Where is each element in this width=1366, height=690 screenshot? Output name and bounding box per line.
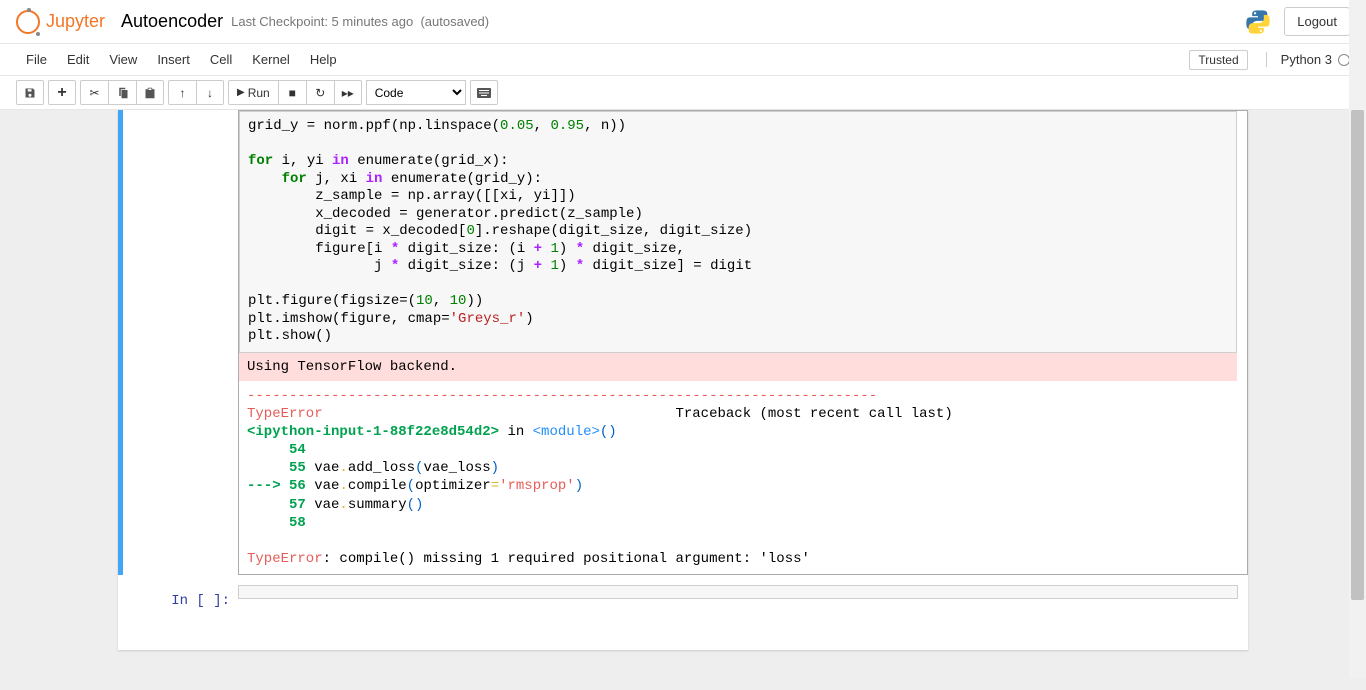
checkpoint-text: Last Checkpoint: 5 minutes ago (autosave… [231, 14, 489, 29]
run-button[interactable]: ▶Run [228, 80, 278, 105]
code-input[interactable]: grid_y = norm.ppf(np.linspace(0.05, 0.95… [239, 111, 1237, 353]
jupyter-logo-icon [16, 10, 40, 34]
code-cell-1[interactable]: grid_y = norm.ppf(np.linspace(0.05, 0.95… [118, 110, 1248, 575]
scrollbar-thumb[interactable] [1351, 110, 1364, 600]
toolbar: + ✂ ↑ ↓ ▶Run ■ ↻ ▸▸ Code [0, 76, 1366, 110]
cut-button[interactable]: ✂ [80, 80, 108, 105]
trusted-badge[interactable]: Trusted [1189, 50, 1247, 70]
restart-button[interactable]: ↻ [306, 80, 334, 105]
header-bar: Jupyter Autoencoder Last Checkpoint: 5 m… [0, 0, 1366, 44]
command-palette-button[interactable] [470, 80, 498, 105]
menu-insert[interactable]: Insert [147, 48, 200, 71]
logo-text: Jupyter [46, 11, 105, 32]
menu-edit[interactable]: Edit [57, 48, 99, 71]
celltype-select[interactable]: Code [366, 80, 466, 105]
move-up-button[interactable]: ↑ [168, 80, 196, 105]
move-down-button[interactable]: ↓ [196, 80, 224, 105]
notebook-title[interactable]: Autoencoder [121, 11, 223, 32]
paste-button[interactable] [136, 80, 164, 105]
output-stderr: Using TensorFlow backend. [239, 353, 1237, 381]
cell-prompt [123, 110, 238, 575]
code-cell-empty[interactable]: In [ ]: [118, 585, 1248, 619]
menu-cell[interactable]: Cell [200, 48, 242, 71]
menu-help[interactable]: Help [300, 48, 347, 71]
code-input-empty[interactable] [238, 585, 1238, 599]
menu-view[interactable]: View [99, 48, 147, 71]
menu-bar: File Edit View Insert Cell Kernel Help T… [0, 44, 1366, 76]
logout-button[interactable]: Logout [1284, 7, 1350, 36]
notebook-area: grid_y = norm.ppf(np.linspace(0.05, 0.95… [0, 110, 1366, 690]
python-icon [1244, 8, 1272, 36]
notebook: grid_y = norm.ppf(np.linspace(0.05, 0.95… [118, 110, 1248, 650]
cell-prompt-empty: In [ ]: [123, 585, 238, 609]
output-traceback: ----------------------------------------… [239, 381, 1237, 575]
restart-run-button[interactable]: ▸▸ [334, 80, 362, 105]
menu-kernel[interactable]: Kernel [242, 48, 300, 71]
scrollbar[interactable] [1349, 0, 1366, 678]
add-cell-button[interactable]: + [48, 80, 76, 105]
kernel-indicator[interactable]: Python 3 [1266, 52, 1350, 67]
interrupt-button[interactable]: ■ [278, 80, 306, 105]
save-button[interactable] [16, 80, 44, 105]
copy-button[interactable] [108, 80, 136, 105]
jupyter-logo[interactable]: Jupyter [16, 10, 105, 34]
menu-file[interactable]: File [16, 48, 57, 71]
